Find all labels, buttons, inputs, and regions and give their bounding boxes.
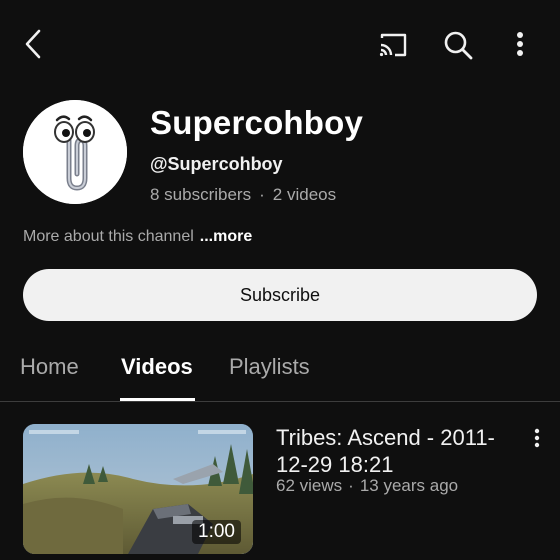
channel-tabs: Home Videos Playlists [0,348,560,402]
video-thumbnail[interactable]: 1:00 [23,424,253,554]
video-count: 2 videos [272,185,337,204]
channel-stats: 8 subscribers · 2 videos [150,185,336,205]
subscriber-count: 8 subscribers [150,185,252,204]
paperclip-mascot-icon [23,100,127,204]
subscribe-button[interactable]: Subscribe [23,269,537,321]
tabs-divider [0,401,560,402]
video-title[interactable]: Tribes: Ascend - 2011-12-29 18:21 [276,424,506,478]
about-more-link[interactable]: ...more [200,228,252,245]
video-more-button[interactable] [526,426,548,450]
video-duration: 1:00 [192,520,241,544]
search-icon [444,31,473,60]
meta-separator: · [348,476,354,495]
video-age: 13 years ago [359,476,459,495]
tab-videos[interactable]: Videos [121,354,193,380]
stats-separator: · [259,185,265,204]
channel-avatar[interactable] [23,100,127,204]
cast-icon [379,33,407,57]
chevron-left-icon [25,29,41,59]
video-views: 62 views [276,476,343,495]
back-button[interactable] [16,26,52,62]
cast-button[interactable] [374,26,412,64]
more-vertical-icon [517,32,523,56]
about-text: More about this channel [23,228,194,245]
channel-handle: @Supercohboy [150,154,283,174]
tab-home[interactable]: Home [20,354,79,380]
tab-playlists[interactable]: Playlists [229,354,310,380]
channel-about[interactable]: More about this channel ...more [23,228,252,246]
channel-name: Supercohboy [150,104,364,141]
search-button[interactable] [438,25,478,65]
video-meta: 62 views · 13 years ago [276,476,458,496]
more-vertical-icon [534,428,540,448]
more-options-button[interactable] [506,26,534,62]
